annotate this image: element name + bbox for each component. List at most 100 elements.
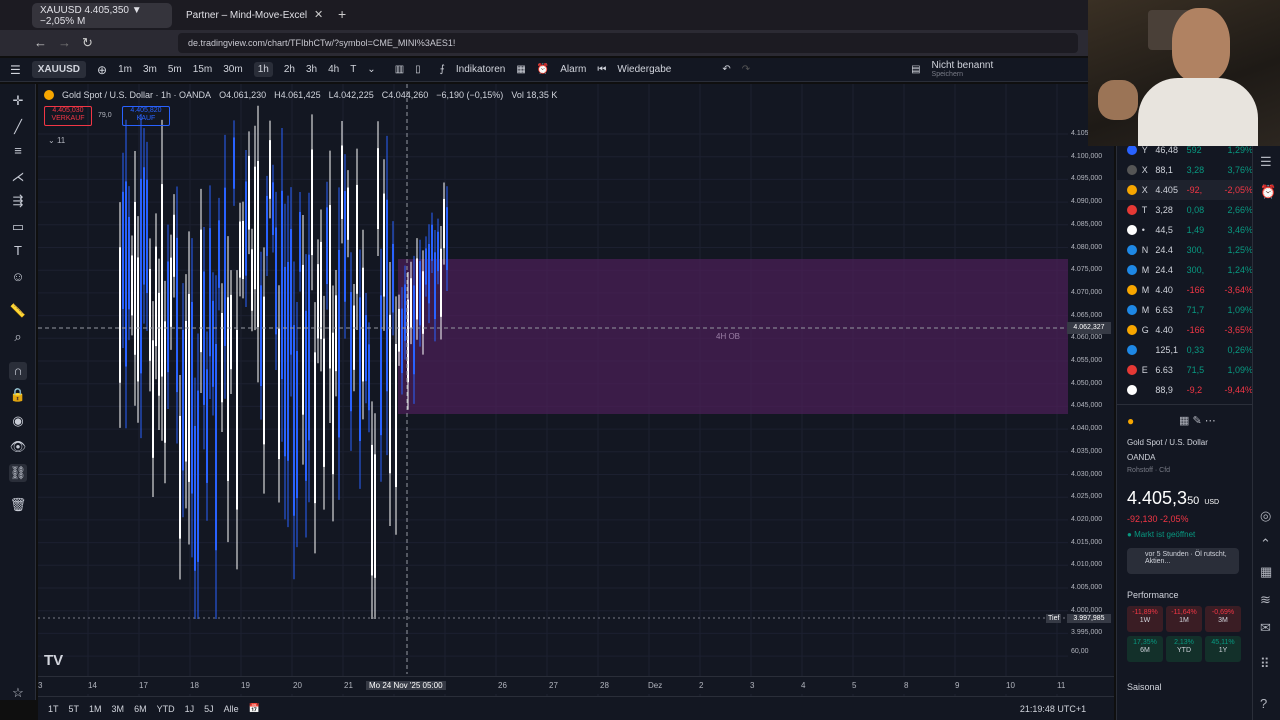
- back-icon[interactable]: ←: [34, 35, 47, 50]
- replay-icon[interactable]: ⏮: [597, 64, 606, 75]
- add-symbol-icon[interactable]: ⊕: [97, 63, 107, 77]
- goto-date-icon[interactable]: 📅: [249, 703, 260, 714]
- bar-style-icon[interactable]: ▥: [395, 64, 404, 75]
- alarm-button[interactable]: Alarm: [560, 64, 586, 75]
- range-5d[interactable]: 5T: [69, 704, 80, 714]
- alarm-icon[interactable]: ⏰: [537, 64, 549, 75]
- shapes-icon[interactable]: ▭: [9, 218, 27, 236]
- details-tools-icon[interactable]: ▦ ✎ ⋯: [1179, 414, 1216, 427]
- news-item[interactable]: vor 5 Stunden · Öl rutscht, Aktien...: [1127, 548, 1239, 574]
- clock[interactable]: 21:19:48 UTC+1: [1020, 704, 1086, 714]
- performance-cell[interactable]: -11,89% 1W: [1127, 606, 1163, 632]
- crosshair-icon[interactable]: ✛: [9, 92, 27, 110]
- chat-icon[interactable]: ✉: [1260, 620, 1271, 636]
- indicators-icon[interactable]: ⨍: [440, 64, 445, 75]
- sell-button[interactable]: 4.405,030 VERKAUF: [44, 106, 92, 126]
- performance-cell[interactable]: -0,69% 3M: [1205, 606, 1241, 632]
- alerts-icon[interactable]: ⏰: [1260, 184, 1276, 200]
- watchlist-row[interactable]: G 4.40 -166 -3,65%: [1117, 320, 1253, 340]
- range-all[interactable]: Alle: [224, 704, 239, 714]
- interval-5m[interactable]: 5m: [168, 64, 182, 75]
- watchlist-row[interactable]: T 3,28 0,08 2,66%: [1117, 200, 1253, 220]
- watchlist-row[interactable]: X 4.405 -92, -2,05%: [1117, 180, 1253, 200]
- watchlist-row[interactable]: X 88,1 3,28 3,76%: [1117, 160, 1253, 180]
- browser-tab-partner[interactable]: Partner – Mind-Move-Excel: [178, 3, 328, 28]
- indicator-count[interactable]: ⌄ 11: [48, 136, 65, 145]
- time-axis[interactable]: 3 14 17 18 19 20 21 26 27 28 Dez 2 3 4 5 8 9 10 11 Mo 24 No…: [38, 676, 1114, 694]
- performance-cell[interactable]: 45,11% 1Y: [1205, 636, 1241, 662]
- range-3m[interactable]: 3M: [112, 704, 125, 714]
- fib-icon[interactable]: ≡: [9, 142, 27, 160]
- watchlist-row[interactable]: M 4.40 -166 -3,64%: [1117, 280, 1253, 300]
- indicators-button[interactable]: Indikatoren: [456, 64, 505, 75]
- link-icon[interactable]: ⛓: [9, 464, 27, 482]
- target-icon[interactable]: ◎: [1260, 508, 1271, 524]
- eye-icon[interactable]: 👁: [9, 438, 27, 456]
- pattern-icon[interactable]: ⋌: [9, 168, 27, 186]
- range-1d[interactable]: 1T: [48, 704, 59, 714]
- price-chart[interactable]: Gold Spot / U.S. Dollar · 1h · OANDA O4.…: [38, 84, 1114, 700]
- new-tab-icon[interactable]: +: [338, 6, 346, 22]
- interval-4h[interactable]: 4h: [328, 64, 339, 75]
- visibility-icon[interactable]: ◉: [9, 412, 27, 430]
- reload-icon[interactable]: ↻: [82, 35, 93, 51]
- text-icon[interactable]: T: [9, 242, 27, 260]
- watchlist-row[interactable]: 125,1 0,33 0,26%: [1117, 340, 1253, 360]
- performance-cell[interactable]: 17,35% 6M: [1127, 636, 1163, 662]
- interval-15m[interactable]: 15m: [193, 64, 212, 75]
- calendar-icon[interactable]: ▦: [1260, 564, 1272, 580]
- layout-icon[interactable]: ▤: [911, 64, 920, 75]
- help-icon[interactable]: ?: [1260, 696, 1267, 711]
- stream-icon[interactable]: ≋: [1260, 592, 1271, 608]
- interval-1m[interactable]: 1m: [118, 64, 132, 75]
- lock-icon[interactable]: 🔒: [9, 386, 27, 404]
- range-ytd[interactable]: YTD: [157, 704, 175, 714]
- close-icon[interactable]: ✕: [314, 8, 323, 21]
- forecast-icon[interactable]: ⇶: [9, 192, 27, 210]
- undo-icon[interactable]: ↶: [722, 64, 730, 75]
- interval-30m[interactable]: 30m: [223, 64, 242, 75]
- watchlist-row[interactable]: M 6.63 71,7 1,09%: [1117, 300, 1253, 320]
- candle-body: [356, 184, 358, 294]
- browser-tab-xauusd[interactable]: XAUUSD 4.405,350 ▼ −2,05% M: [32, 3, 172, 28]
- templates-icon[interactable]: ▦: [516, 64, 525, 75]
- symbol-search[interactable]: XAUUSD: [31, 61, 86, 78]
- chevron-down-icon[interactable]: ⌄: [367, 64, 375, 75]
- watchlist-row[interactable]: 88,9 -9,2 -9,44%: [1117, 380, 1253, 400]
- favorites-icon[interactable]: ☆: [9, 684, 27, 702]
- interval-3h[interactable]: 3h: [306, 64, 317, 75]
- watchlist-row[interactable]: E 6.63 71,5 1,09%: [1117, 360, 1253, 380]
- range-5y[interactable]: 5J: [204, 704, 214, 714]
- watchlist-row[interactable]: M 24.4 300, 1,24%: [1117, 260, 1253, 280]
- interval-2h[interactable]: 2h: [284, 64, 295, 75]
- watchlist-row[interactable]: N 24.4 300, 1,25%: [1117, 240, 1253, 260]
- interval-1h[interactable]: 1h: [253, 62, 273, 77]
- candle-style-icon[interactable]: ▯: [415, 64, 421, 75]
- forward-icon[interactable]: →: [58, 35, 71, 50]
- watchlist-icon[interactable]: ☰: [1260, 154, 1272, 170]
- menu-icon[interactable]: ☰: [10, 63, 21, 77]
- emoji-icon[interactable]: ☺: [9, 268, 27, 286]
- watchlist-row[interactable]: • 44,5 1,49 3,46%: [1117, 220, 1253, 240]
- buy-button[interactable]: 4.405,820 KAUF: [122, 106, 170, 126]
- trash-icon[interactable]: 🗑: [9, 496, 27, 514]
- ideas-icon[interactable]: ⌃: [1260, 536, 1271, 552]
- ruler-icon[interactable]: 📏: [9, 302, 27, 320]
- range-6m[interactable]: 6M: [134, 704, 147, 714]
- magnet-icon[interactable]: ∩: [9, 362, 27, 380]
- trend-line-icon[interactable]: ╱: [9, 118, 27, 136]
- range-1m[interactable]: 1M: [89, 704, 102, 714]
- range-1y[interactable]: 1J: [185, 704, 195, 714]
- replay-button[interactable]: Wiedergabe: [617, 64, 671, 75]
- apps-icon[interactable]: ⠿: [1260, 656, 1270, 672]
- url-field[interactable]: de.tradingview.com/chart/TFIbhCTw/?symbo…: [178, 33, 1078, 53]
- redo-icon[interactable]: ↷: [742, 64, 750, 75]
- interval-1d[interactable]: T: [350, 64, 356, 75]
- interval-3m[interactable]: 3m: [143, 64, 157, 75]
- details-name[interactable]: Gold Spot / U.S. Dollar: [1127, 438, 1208, 447]
- performance-cell[interactable]: 2,13% YTD: [1166, 636, 1202, 662]
- performance-cell[interactable]: -11,64% 1M: [1166, 606, 1202, 632]
- zoom-icon[interactable]: ⌕: [9, 328, 27, 346]
- seasonal-title[interactable]: Saisonal: [1127, 682, 1162, 692]
- layout-name-button[interactable]: Nicht benannt Speichern: [932, 60, 994, 79]
